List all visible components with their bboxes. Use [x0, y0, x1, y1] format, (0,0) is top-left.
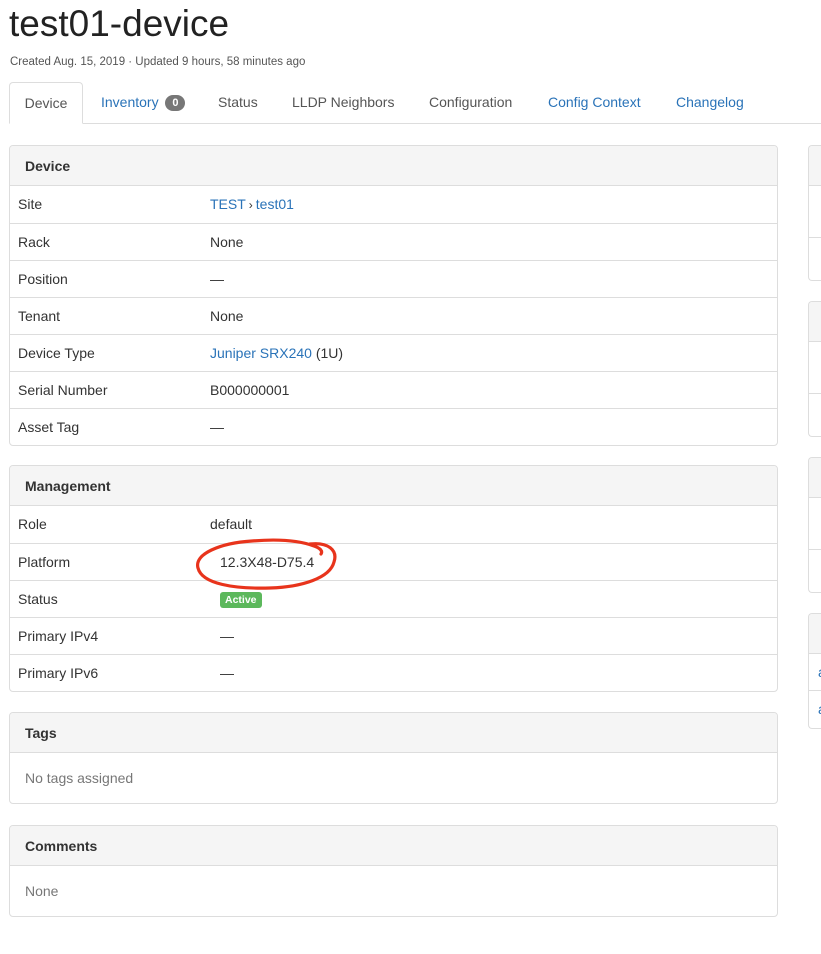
position-value: — — [210, 271, 224, 287]
side-panel-2-row — [809, 342, 821, 394]
device-table: Site TEST › test01 Rack None Position — Te… — [10, 186, 777, 445]
tab-device-label: Device — [24, 95, 68, 111]
page-title: test01-device — [9, 3, 230, 44]
tags-empty-text: No tags assigned — [25, 770, 134, 786]
serial-number-value: B000000001 — [210, 382, 290, 398]
rack-value: None — [210, 234, 244, 250]
site-value: TEST › test01 — [210, 186, 294, 223]
side-panel-4-link-row[interactable]: a — [809, 654, 821, 691]
tags-panel: Tags No tags assigned — [9, 712, 778, 804]
management-table: Role default Platform 12.3X48-D75.4 Stat… — [10, 506, 777, 691]
comments-panel-heading: Comments — [10, 826, 777, 866]
site-link[interactable]: test01 — [256, 196, 294, 212]
rack-label: Rack — [18, 234, 50, 250]
status-badge: Active — [220, 592, 262, 608]
table-row-asset-tag: Asset Tag — — [10, 408, 777, 445]
management-panel: Management Role default Platform 12.3X48… — [9, 465, 778, 692]
table-row-primary-ipv6: Primary IPv6 — — [10, 654, 777, 691]
table-row-tenant: Tenant None — [10, 297, 777, 334]
breadcrumb-separator-icon: › — [248, 198, 253, 212]
table-row-device-type: Device Type Juniper SRX240 (1U) — [10, 334, 777, 371]
side-panel-3-row — [809, 550, 821, 587]
tab-lldp-neighbors[interactable]: LLDP Neighbors — [292, 82, 394, 123]
primary-ipv4-value: — — [220, 628, 234, 644]
status-value: Active — [220, 581, 262, 617]
side-panel-1-row — [809, 238, 821, 275]
primary-ipv6-label: Primary IPv6 — [18, 665, 99, 681]
status-label: Status — [18, 591, 58, 607]
comments-panel: Comments None — [9, 825, 778, 917]
side-panel-3-row — [809, 498, 821, 550]
table-row-platform: Platform 12.3X48-D75.4 — [10, 543, 777, 580]
tab-inventory-label: Inventory — [101, 94, 159, 110]
side-panel-1-row — [809, 186, 821, 238]
serial-number-label: Serial Number — [18, 382, 108, 398]
side-panel-1-heading — [809, 146, 821, 186]
tab-configuration[interactable]: Configuration — [429, 82, 512, 123]
device-type-height: (1U) — [315, 345, 344, 361]
device-panel-heading: Device — [10, 146, 777, 186]
device-panel: Device Site TEST › test01 Rack None Positi… — [9, 145, 778, 446]
table-row-rack: Rack None — [10, 223, 777, 260]
inventory-count-badge: 0 — [165, 95, 186, 111]
tab-status[interactable]: Status — [218, 82, 258, 123]
primary-ipv6-value: — — [220, 665, 234, 681]
device-type-value: Juniper SRX240 (1U) — [210, 335, 343, 371]
side-panel-1 — [808, 145, 821, 281]
tags-panel-heading: Tags — [10, 713, 777, 753]
side-panel-2 — [808, 301, 821, 437]
tab-device[interactable]: Device — [9, 82, 83, 124]
role-link[interactable]: default — [210, 506, 252, 542]
table-row-role: Role default — [10, 506, 777, 543]
tab-changelog[interactable]: Changelog — [676, 82, 744, 123]
asset-tag-label: Asset Tag — [18, 419, 80, 435]
table-row-serial-number: Serial Number B000000001 — [10, 371, 777, 408]
comments-body: None — [25, 883, 59, 899]
side-panel-4: a a — [808, 613, 821, 729]
tab-config-context[interactable]: Config Context — [548, 82, 641, 123]
primary-ipv4-label: Primary IPv4 — [18, 628, 99, 644]
site-parent-link[interactable]: TEST — [210, 196, 246, 212]
table-row-primary-ipv4: Primary IPv4 — — [10, 617, 777, 654]
platform-label: Platform — [18, 554, 71, 570]
side-panel-3 — [808, 457, 821, 593]
side-panel-3-heading — [809, 458, 821, 498]
table-row-position: Position — — [10, 260, 777, 297]
page-subtitle: Created Aug. 15, 2019 · Updated 9 hours,… — [10, 56, 306, 68]
platform-value: 12.3X48-D75.4 — [220, 554, 315, 570]
tenant-label: Tenant — [18, 308, 61, 324]
side-panel-2-row — [809, 394, 821, 431]
site-label: Site — [18, 196, 43, 212]
asset-tag-value: — — [210, 419, 224, 435]
role-label: Role — [18, 516, 47, 532]
table-row-status: Status Active — [10, 580, 777, 617]
tenant-value: None — [210, 308, 244, 324]
position-label: Position — [18, 271, 68, 287]
tab-bar: Device Inventory 0 Status LLDP Neighbors… — [9, 82, 821, 124]
side-panel-4-heading — [809, 614, 821, 654]
side-panel-2-heading — [809, 302, 821, 342]
side-panel-4-link-row[interactable]: a — [809, 691, 821, 728]
management-panel-heading: Management — [10, 466, 777, 506]
table-row-site: Site TEST › test01 — [10, 186, 777, 223]
device-type-link[interactable]: Juniper SRX240 — [210, 345, 312, 361]
tab-inventory[interactable]: Inventory 0 — [101, 82, 186, 123]
device-type-label: Device Type — [18, 345, 95, 361]
